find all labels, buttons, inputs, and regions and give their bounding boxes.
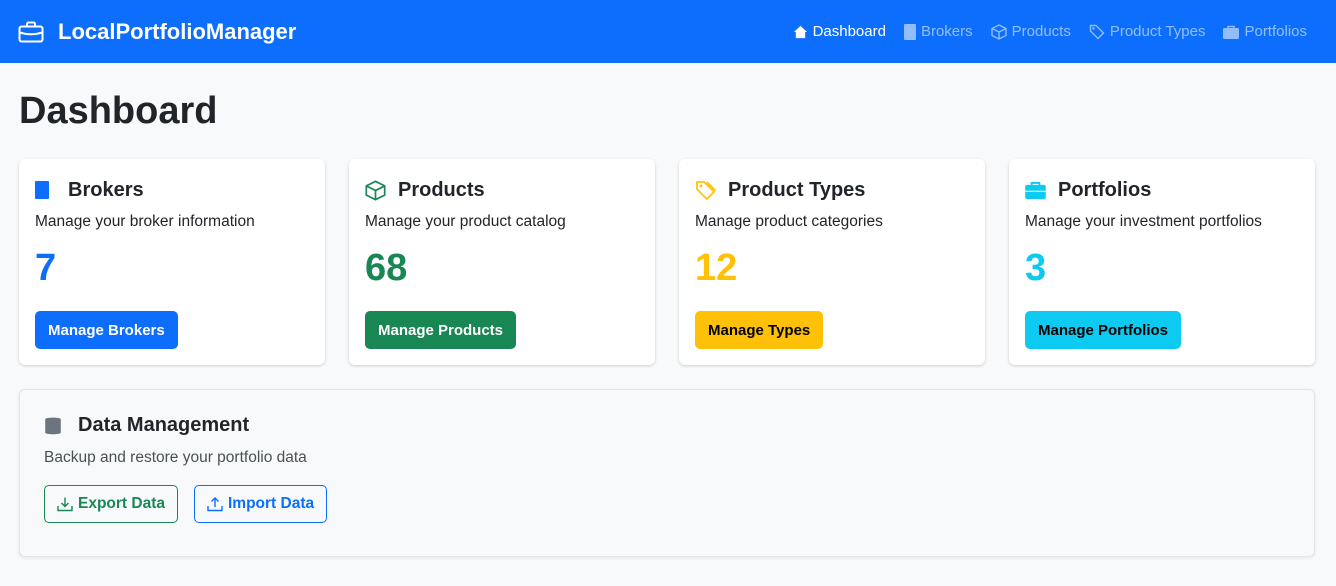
nav-item-label: Brokers xyxy=(920,23,973,40)
card-portfolios: Portfolios Manage your investment portfo… xyxy=(1009,159,1315,365)
data-management-description: Backup and restore your portfolio data xyxy=(44,449,307,466)
card-description: Manage your product catalog xyxy=(365,213,566,230)
manage-portfolios-button[interactable]: Manage Portfolios xyxy=(1025,311,1182,349)
nav-menu: Dashboard Brokers Products Product Types… xyxy=(793,23,1318,40)
nav-item-product-types[interactable]: Product Types xyxy=(1089,23,1206,40)
nav-item-label: Portfolios xyxy=(1244,23,1307,40)
card-title-text: Product Types xyxy=(728,178,866,201)
house-icon xyxy=(793,25,807,38)
briefcase-outline-icon xyxy=(18,21,44,42)
nav-item-dashboard[interactable]: Dashboard xyxy=(793,23,886,40)
manage-types-button[interactable]: Manage Types xyxy=(695,311,824,349)
brand-link[interactable]: LocalPortfolioManager xyxy=(18,19,296,45)
card-description: Manage your investment portfolios xyxy=(1025,213,1262,230)
data-management-title: Data Management xyxy=(44,414,1290,437)
card-title-text: Products xyxy=(398,178,485,201)
box-icon xyxy=(365,179,386,201)
brand-name: LocalPortfolioManager xyxy=(58,18,297,44)
card-count: 7 xyxy=(35,247,57,289)
nav-item-portfolios[interactable]: Portfolios xyxy=(1223,23,1307,40)
nav-item-label: Product Types xyxy=(1109,23,1206,40)
database-icon xyxy=(45,417,61,434)
bookmark-icon xyxy=(35,181,49,199)
nav-item-label: Dashboard xyxy=(812,23,886,40)
data-management-panel: Data Management Backup and restore your … xyxy=(19,389,1315,557)
card-count: 12 xyxy=(695,247,738,289)
card-title: Brokers xyxy=(35,177,309,203)
card-product-types: Product Types Manage product categories … xyxy=(679,159,985,365)
page-title: Dashboard xyxy=(19,90,218,132)
import-data-label: Import Data xyxy=(228,495,315,512)
nav-item-brokers[interactable]: Brokers xyxy=(903,23,973,40)
card-description: Manage your broker information xyxy=(35,213,255,230)
card-count: 3 xyxy=(1025,247,1047,289)
tags-icon xyxy=(696,180,716,200)
card-title: Portfolios xyxy=(1025,177,1299,203)
card-title-text: Portfolios xyxy=(1058,178,1152,201)
navbar: LocalPortfolioManager Dashboard Brokers … xyxy=(0,0,1336,63)
manage-brokers-button[interactable]: Manage Brokers xyxy=(35,311,178,349)
data-management-title-text: Data Management xyxy=(78,414,250,436)
nav-item-products[interactable]: Products xyxy=(990,23,1071,40)
briefcase-icon xyxy=(1025,181,1046,199)
import-data-button[interactable]: Import Data xyxy=(194,485,328,523)
manage-products-button[interactable]: Manage Products xyxy=(365,311,517,349)
data-management-actions: Export Data Import Data xyxy=(44,485,1290,523)
card-count: 68 xyxy=(365,247,408,289)
export-data-button[interactable]: Export Data xyxy=(44,485,178,523)
card-brokers: Brokers Manage your broker information 7… xyxy=(19,159,325,365)
download-icon xyxy=(57,497,73,512)
nav-item-label: Products xyxy=(1011,23,1071,40)
card-description: Manage product categories xyxy=(695,213,883,230)
upload-icon xyxy=(207,497,223,512)
card-title: Products xyxy=(365,177,639,203)
card-products: Products Manage your product catalog 68 … xyxy=(349,159,655,365)
export-data-label: Export Data xyxy=(78,495,165,512)
tags-icon xyxy=(1089,24,1105,39)
card-title-text: Brokers xyxy=(68,178,144,201)
box-icon xyxy=(990,23,1007,40)
card-title: Product Types xyxy=(695,177,969,203)
bookmark-icon xyxy=(903,23,916,40)
briefcase-icon xyxy=(1223,25,1240,39)
